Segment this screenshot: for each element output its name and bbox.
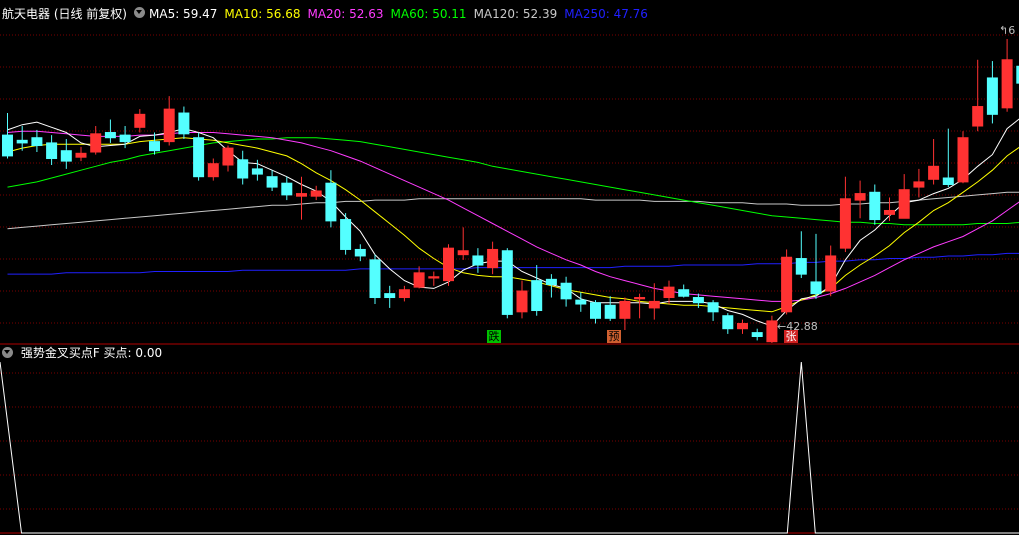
candle-body-down [384, 293, 396, 299]
candle-body-down [325, 182, 337, 222]
candle-body-down [2, 134, 13, 157]
candle-body-down [281, 182, 293, 196]
candle-body-down [678, 289, 690, 297]
high-arrow-icon: ↰ [999, 24, 1009, 37]
main-chart-legend: 航天电器 (日线 前复权) MA5: 59.47 MA10: 56.68 MA2… [2, 6, 655, 22]
candle-body-down [340, 219, 352, 250]
candle-body-up [648, 300, 660, 309]
candle-body-up [222, 147, 234, 166]
sub-indicator-title: 强势金叉买点F 买点: 0.00 [20, 346, 163, 360]
candle-body-down [531, 280, 543, 312]
candle-body-up [634, 297, 646, 300]
candle-body-up [207, 163, 219, 178]
candle-body-down [31, 137, 43, 147]
candle-body-up [90, 133, 102, 153]
ma5-value: MA5: 59.47 [149, 7, 218, 21]
candle-body-up [663, 286, 675, 299]
candle-body-down [193, 137, 205, 178]
candle-body-up [972, 106, 984, 127]
ma20-value: MA20: 52.63 [307, 7, 384, 21]
candle-body-up [75, 152, 87, 158]
candle-body-up [163, 108, 175, 143]
candle-body-up [898, 189, 910, 219]
candle-body-down [369, 259, 381, 299]
ma20-line [7, 130, 1019, 302]
ma250-value: MA250: 47.76 [564, 7, 648, 21]
candle-body-down [545, 278, 557, 286]
candle-body-down [266, 176, 278, 188]
candle-body-down [986, 77, 998, 115]
candle-body-down [472, 255, 484, 266]
candle-body-down [707, 302, 719, 313]
candle-body-up [296, 193, 307, 197]
candle-body-down [942, 177, 954, 185]
candle-body-down [104, 132, 116, 139]
candle-body-down [501, 250, 513, 315]
low-price-label: ←42.88 [777, 320, 818, 333]
candle-body-up [457, 250, 469, 256]
candle-body-down [16, 139, 28, 144]
indicator-menu-icon[interactable] [134, 7, 145, 18]
candle-body-down [149, 141, 160, 152]
sub-indicator-menu-icon[interactable] [2, 347, 13, 358]
buy-signal-line [0, 361, 1019, 534]
candlestick-chart[interactable] [0, 0, 1019, 535]
candle-body-down [795, 258, 807, 275]
candle-body-up [398, 289, 410, 299]
high-price-label: ↰6 [999, 24, 1015, 37]
candle-body-up [737, 323, 748, 330]
candle-body-down [722, 315, 734, 330]
signal-yu: 预 [607, 330, 621, 343]
stock-chart-window: 航天电器 (日线 前复权) MA5: 59.47 MA10: 56.68 MA2… [0, 0, 1019, 535]
candle-body-down [869, 191, 881, 221]
ma120-value: MA120: 52.39 [473, 7, 558, 21]
candle-body-down [178, 112, 190, 135]
candle-body-down [604, 304, 616, 319]
candle-body-down [119, 134, 131, 143]
candle-body-up [134, 113, 146, 128]
candle-body-down [237, 159, 249, 179]
candle-body-up [1001, 59, 1013, 109]
candle-body-down [46, 142, 58, 160]
candle-body-up [413, 272, 425, 288]
candle-body-up [913, 181, 925, 188]
candle-body-down [751, 332, 763, 338]
candle-body-down [560, 282, 572, 300]
candle-body-up [928, 165, 940, 180]
signal-die: 跌 [487, 330, 501, 343]
candle-body-up [428, 276, 440, 279]
candle-body-up [619, 300, 631, 319]
candle-body-up [781, 256, 793, 313]
candle-body-up [443, 247, 454, 282]
low-arrow-icon: ← [777, 320, 787, 333]
candle-body-up [310, 190, 322, 197]
candle-body-down [590, 302, 601, 319]
candle-body-up [516, 290, 528, 313]
ma5-line [7, 118, 1019, 327]
candle-body-up [487, 248, 499, 269]
sub-chart-legend: 强势金叉买点F 买点: 0.00 [2, 345, 162, 361]
candle-body-down [60, 150, 72, 162]
chart-title: 航天电器 (日线 前复权) [2, 7, 127, 21]
candle-body-down [575, 299, 587, 305]
candle-body-up [884, 209, 895, 215]
low-price-value: 42.88 [786, 320, 818, 333]
candle-body-up [854, 193, 866, 201]
candle-body-down [251, 168, 263, 175]
ma250-line [7, 252, 1019, 275]
candle-body-down [354, 248, 366, 257]
candle-body-up [825, 255, 837, 292]
candle-body-up [839, 198, 851, 249]
ma10-value: MA10: 56.68 [224, 7, 301, 21]
candle-body-up [957, 137, 969, 183]
high-price-value: 6 [1008, 24, 1016, 37]
candle-body-down [692, 297, 704, 304]
candle-body-down [810, 281, 822, 295]
candle-body-up [766, 320, 778, 343]
ma60-value: MA60: 50.11 [390, 7, 467, 21]
